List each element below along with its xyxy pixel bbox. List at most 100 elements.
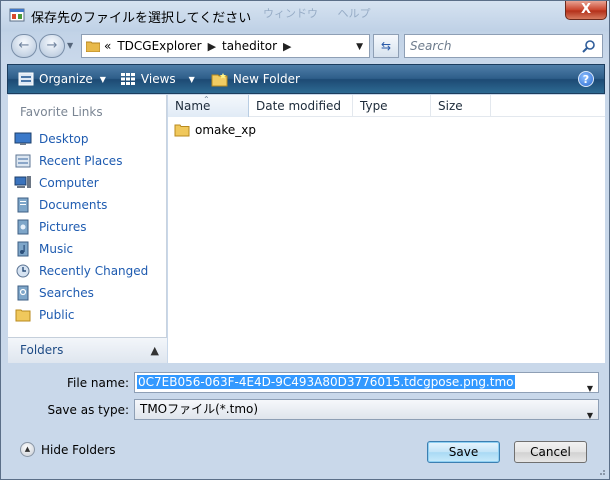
column-header-label: Size (438, 99, 463, 113)
chevron-down-icon[interactable]: ▼ (356, 42, 363, 52)
views-label: Views (140, 72, 176, 86)
cancel-button[interactable]: Cancel (514, 441, 587, 463)
forward-button[interactable]: → (39, 34, 65, 58)
favorite-link-recently-changed[interactable]: Recently Changed (14, 260, 164, 282)
favorite-link-pictures[interactable]: Pictures (14, 216, 164, 238)
file-name-label: File name: (67, 376, 129, 390)
searches-icon (17, 285, 29, 301)
navigation-pane: Favorite Links Desktop Recent Places Com… (8, 95, 167, 363)
close-icon: X (580, 2, 592, 17)
save-as-type-select[interactable]: TMOファイル(*.tmo) ▼ (134, 399, 599, 420)
new-folder-icon (211, 72, 228, 86)
favorite-links-heading: Favorite Links (20, 105, 103, 119)
favorite-link-desktop[interactable]: Desktop (14, 128, 164, 150)
column-header-label: Type (360, 99, 388, 113)
column-header-type[interactable]: Type (353, 95, 431, 117)
background-menu-ghost: ウィンドウ ヘルプ (263, 5, 387, 21)
views-icon (120, 73, 135, 85)
favorite-link-label: Desktop (39, 132, 89, 146)
chevron-down-icon: ▼ (99, 74, 106, 84)
refresh-icon: ⇆ (380, 39, 392, 53)
folder-icon (174, 124, 190, 137)
folder-icon (86, 41, 100, 52)
desktop-icon (14, 132, 32, 145)
favorite-link-label: Searches (39, 286, 94, 300)
public-icon (15, 309, 31, 322)
favorite-link-label: Recently Changed (39, 264, 149, 278)
folders-toggle[interactable]: Folders ▲ (8, 337, 167, 363)
chevron-down-icon[interactable]: ▼ (587, 406, 593, 425)
column-headers: ⌃ Name Date modified Type Size (168, 95, 605, 117)
favorite-link-public[interactable]: Public (14, 304, 164, 326)
favorite-links-list: Desktop Recent Places Computer Documents… (14, 128, 164, 326)
music-icon (17, 241, 29, 257)
forward-arrow-icon: → (46, 38, 58, 53)
chevron-down-icon[interactable]: ▼ (587, 379, 593, 398)
save-as-type-label: Save as type: (47, 403, 129, 417)
ghost-menu-item: ウィンドウ (263, 7, 318, 20)
breadcrumb-tdcgexplorer[interactable]: TDCGExplorer (117, 39, 201, 53)
new-folder-button[interactable]: New Folder (211, 72, 300, 87)
app-icon (9, 8, 25, 22)
hide-folders-button[interactable]: ▲ Hide Folders (20, 442, 116, 457)
save-file-dialog: 保存先のファイルを選択してください ウィンドウ ヘルプ X ← → ▼ « TD… (0, 0, 610, 480)
favorite-link-label: Pictures (39, 220, 87, 234)
file-list: ⌃ Name Date modified Type Size omake_xp (168, 95, 605, 363)
resize-grip-icon[interactable] (596, 466, 606, 476)
save-button[interactable]: Save (427, 441, 500, 463)
hide-folders-label: Hide Folders (41, 442, 116, 457)
documents-icon (17, 197, 29, 213)
close-button[interactable]: X (565, 1, 607, 20)
favorite-link-label: Computer (39, 176, 99, 190)
recently-changed-icon (16, 264, 30, 278)
favorite-link-music[interactable]: Music (14, 238, 164, 260)
file-name: omake_xp (195, 123, 257, 137)
pictures-icon (17, 219, 29, 235)
title-bar[interactable]: 保存先のファイルを選択してください ウィンドウ ヘルプ X (1, 1, 609, 29)
chevron-up-icon: ▲ (150, 344, 159, 357)
favorite-link-label: Music (39, 242, 74, 256)
column-header-size[interactable]: Size (431, 95, 491, 117)
chevron-up-icon: ▲ (20, 442, 35, 457)
views-button[interactable]: Views ▼ (120, 72, 195, 86)
organize-label: Organize (39, 72, 93, 86)
command-toolbar: Organize ▼ Views ▼ New Folder ? (7, 64, 605, 94)
window-title: 保存先のファイルを選択してください (31, 11, 252, 26)
favorite-link-label: Public (39, 308, 75, 322)
column-header-label: Date modified (256, 99, 342, 113)
recent-pages-dropdown-icon[interactable]: ▼ (67, 41, 73, 50)
recent-places-icon (15, 154, 31, 168)
breadcrumb-overflow[interactable]: « (104, 39, 111, 53)
organize-button[interactable]: Organize ▼ (18, 72, 106, 86)
favorite-link-documents[interactable]: Documents (14, 194, 164, 216)
search-icon[interactable] (582, 39, 596, 53)
chevron-right-icon[interactable]: ▶ (208, 40, 216, 53)
back-button[interactable]: ← (11, 34, 37, 58)
organize-icon (18, 72, 34, 86)
file-name-field[interactable]: 0C7EB056-063F-4E4D-9C493A80D3776015.tdcg… (134, 372, 599, 393)
favorite-link-label: Recent Places (39, 154, 123, 168)
address-bar[interactable]: « TDCGExplorer ▶ taheditor ▶ ▼ (81, 34, 370, 58)
ghost-menu-item: ヘルプ (337, 7, 371, 20)
favorite-link-computer[interactable]: Computer (14, 172, 164, 194)
column-header-name[interactable]: ⌃ Name (168, 95, 249, 117)
sort-ascending-icon: ⌃ (203, 95, 210, 104)
back-arrow-icon: ← (18, 38, 30, 53)
favorite-link-recent-places[interactable]: Recent Places (14, 150, 164, 172)
computer-icon (14, 176, 31, 188)
new-folder-label: New Folder (232, 72, 300, 86)
folders-label: Folders (20, 343, 64, 357)
search-placeholder: Search (410, 39, 452, 53)
search-input[interactable]: Search (404, 34, 603, 58)
column-header-date-modified[interactable]: Date modified (249, 95, 353, 117)
favorite-link-searches[interactable]: Searches (14, 282, 164, 304)
chevron-down-icon: ▼ (188, 74, 195, 84)
breadcrumb-taheditor[interactable]: taheditor (222, 39, 277, 53)
file-name-value: 0C7EB056-063F-4E4D-9C493A80D3776015.tdcg… (137, 375, 515, 389)
refresh-button[interactable]: ⇆ (373, 34, 399, 58)
help-icon[interactable]: ? (578, 71, 594, 87)
save-as-type-value: TMOファイル(*.tmo) (140, 402, 259, 416)
favorite-link-label: Documents (39, 198, 108, 212)
list-item[interactable]: omake_xp (174, 121, 256, 139)
chevron-right-icon[interactable]: ▶ (283, 40, 291, 53)
